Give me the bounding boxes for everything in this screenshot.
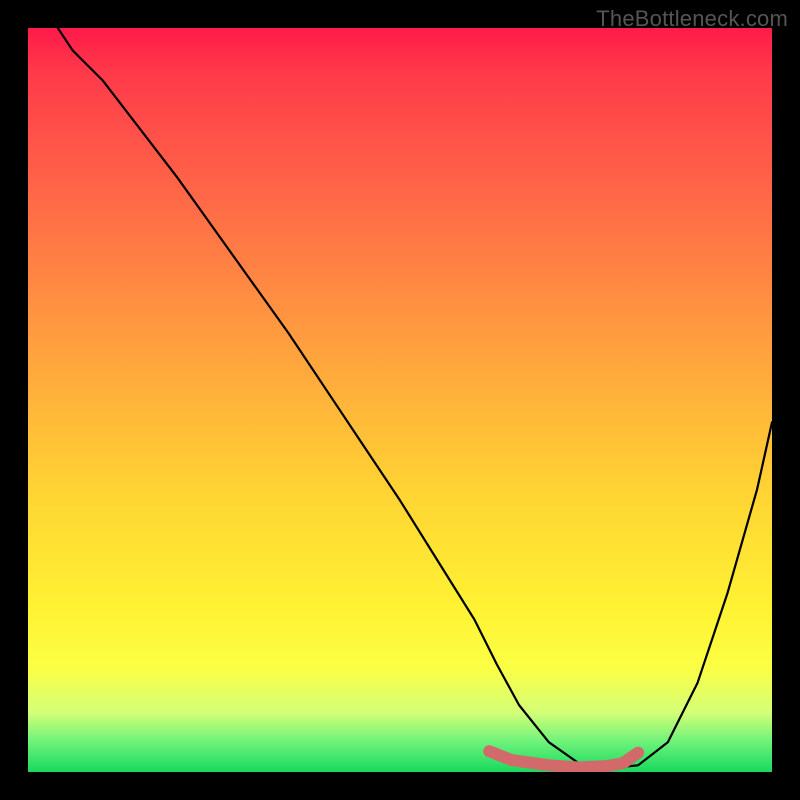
chart-area — [28, 28, 772, 772]
watermark: TheBottleneck.com — [596, 6, 788, 32]
bottleneck-curve — [58, 28, 772, 768]
chart-svg — [28, 28, 772, 772]
